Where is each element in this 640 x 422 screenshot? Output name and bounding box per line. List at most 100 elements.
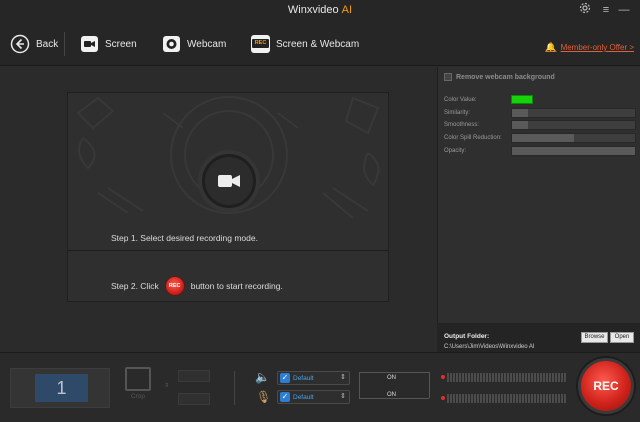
meter-segment <box>507 393 509 403</box>
color-value-swatch[interactable] <box>511 95 533 104</box>
output-folder-label: Output Folder: <box>444 333 490 340</box>
open-button[interactable]: Open <box>610 332 634 343</box>
opacity-row: Opacity: <box>444 145 636 156</box>
meter-segment <box>447 393 449 403</box>
meter-segment <box>537 393 539 403</box>
speaker-enable-checkbox[interactable]: ✓ <box>280 373 290 383</box>
record-button[interactable]: REC <box>578 358 634 414</box>
similarity-slider-fill <box>512 108 528 117</box>
meter-segment <box>510 393 512 403</box>
opacity-slider[interactable] <box>511 145 636 156</box>
panel-divider <box>68 250 388 251</box>
meter-segment <box>510 372 512 382</box>
meter-segment <box>516 372 518 382</box>
meter-segment <box>504 372 506 382</box>
meter-segment <box>480 393 482 403</box>
screen-mode-label: Screen <box>105 38 137 50</box>
step1-text: Step 1. Select desired recording mode. <box>111 233 258 243</box>
mic-state[interactable]: ON <box>387 392 396 398</box>
mic-enable-checkbox[interactable]: ✓ <box>280 392 290 402</box>
similarity-row: Similarity: <box>444 107 636 118</box>
record-button-label: REC <box>593 379 619 393</box>
meter-segment <box>501 372 503 382</box>
meter-segment <box>495 393 497 403</box>
instruction-panel: Step 1. Select desired recording mode. S… <box>67 92 389 302</box>
settings-gear-icon[interactable] <box>577 2 593 18</box>
meter-segment <box>483 372 485 382</box>
speaker-device-label: Default <box>293 374 314 382</box>
mic-device-dropdown[interactable]: ✓ Default ⇕ <box>277 390 350 404</box>
width-field[interactable] <box>178 370 210 382</box>
meter-segment <box>489 393 491 403</box>
mic-device-label: Default <box>293 393 314 401</box>
spill-label: Color Spill Reduction: <box>444 134 502 141</box>
back-arrow-icon <box>10 34 30 54</box>
speaker-device-dropdown[interactable]: ✓ Default ⇕ <box>277 371 350 385</box>
height-field[interactable] <box>178 393 210 405</box>
meter-segment <box>453 372 455 382</box>
browse-button[interactable]: Browse <box>581 332 608 343</box>
meter-segment <box>555 372 557 382</box>
meter-segment <box>534 372 536 382</box>
webcam-mode-button[interactable]: Webcam <box>162 31 226 57</box>
record-camera-button[interactable] <box>202 154 256 208</box>
meter-segment <box>483 393 485 403</box>
meter-segment <box>456 372 458 382</box>
meter-segment <box>525 393 527 403</box>
color-value-row: Color Value: <box>444 94 635 105</box>
meter-segment <box>456 393 458 403</box>
minimize-icon[interactable]: — <box>616 2 632 18</box>
meter-segment <box>558 372 560 382</box>
connector-line <box>359 372 360 398</box>
link-dimensions-icon[interactable]: ⇕ <box>164 382 169 389</box>
rec-inline-button[interactable]: REC <box>164 276 185 296</box>
bottom-separator <box>234 371 235 405</box>
meter-segment <box>513 393 515 403</box>
meter-segment <box>564 372 566 382</box>
remove-background-option[interactable]: Remove webcam background <box>444 73 555 81</box>
menu-icon[interactable]: ≡ <box>598 2 614 18</box>
meter-segment <box>471 372 473 382</box>
member-offer-link[interactable]: 🔔 Member-only Offer > <box>545 42 634 53</box>
smoothness-slider[interactable] <box>511 119 636 130</box>
meter-segment <box>501 393 503 403</box>
meter-segment <box>468 372 470 382</box>
screen-selector[interactable]: 1 <box>10 368 110 408</box>
meter-segment <box>474 372 476 382</box>
meter-segment <box>531 393 533 403</box>
mic-level-indicator <box>441 396 445 400</box>
screen-mode-button[interactable]: Screen <box>80 31 137 57</box>
speaker-state[interactable]: ON <box>387 375 396 381</box>
color-value-label: Color Value: <box>444 96 477 103</box>
meter-segment <box>549 393 551 403</box>
meter-segment <box>486 393 488 403</box>
mode-toolbar: Back Screen Webcam REC Screen & Webcam 🔔… <box>0 22 640 66</box>
spill-slider[interactable] <box>511 132 636 143</box>
bottom-control-bar: 1 Crop ⇕ 🔈 🎙 ✓ Default ⇕ ✓ Default ⇕ ON … <box>0 352 640 422</box>
webcam-mode-label: Webcam <box>187 38 227 50</box>
speaker-level-meter <box>447 372 567 382</box>
speaker-icon[interactable]: 🔈 <box>255 370 270 384</box>
remove-background-checkbox[interactable] <box>444 73 452 81</box>
meter-segment <box>495 372 497 382</box>
step2-text: Step 2. Click REC button to start record… <box>111 276 283 296</box>
meter-segment <box>519 372 521 382</box>
meter-segment <box>507 372 509 382</box>
screen-record-icon <box>81 36 98 52</box>
meter-segment <box>522 393 524 403</box>
meter-segment <box>477 393 479 403</box>
smoothness-slider-fill <box>512 120 528 129</box>
crop-button[interactable]: Crop <box>121 367 155 407</box>
meter-segment <box>480 372 482 382</box>
meter-segment <box>522 372 524 382</box>
microphone-icon[interactable]: 🎙 <box>256 390 271 404</box>
similarity-slider[interactable] <box>511 107 636 118</box>
connector-line <box>359 398 429 399</box>
meter-segment <box>486 372 488 382</box>
rec-inline-label: REC <box>168 283 181 289</box>
back-button[interactable]: Back <box>10 31 58 57</box>
meter-segment <box>489 372 491 382</box>
screen-webcam-mode-button[interactable]: REC Screen & Webcam <box>251 31 359 57</box>
output-folder-path: C:\Users\Jim\Videos\Winxvideo AI <box>444 344 535 350</box>
meter-segment <box>474 393 476 403</box>
